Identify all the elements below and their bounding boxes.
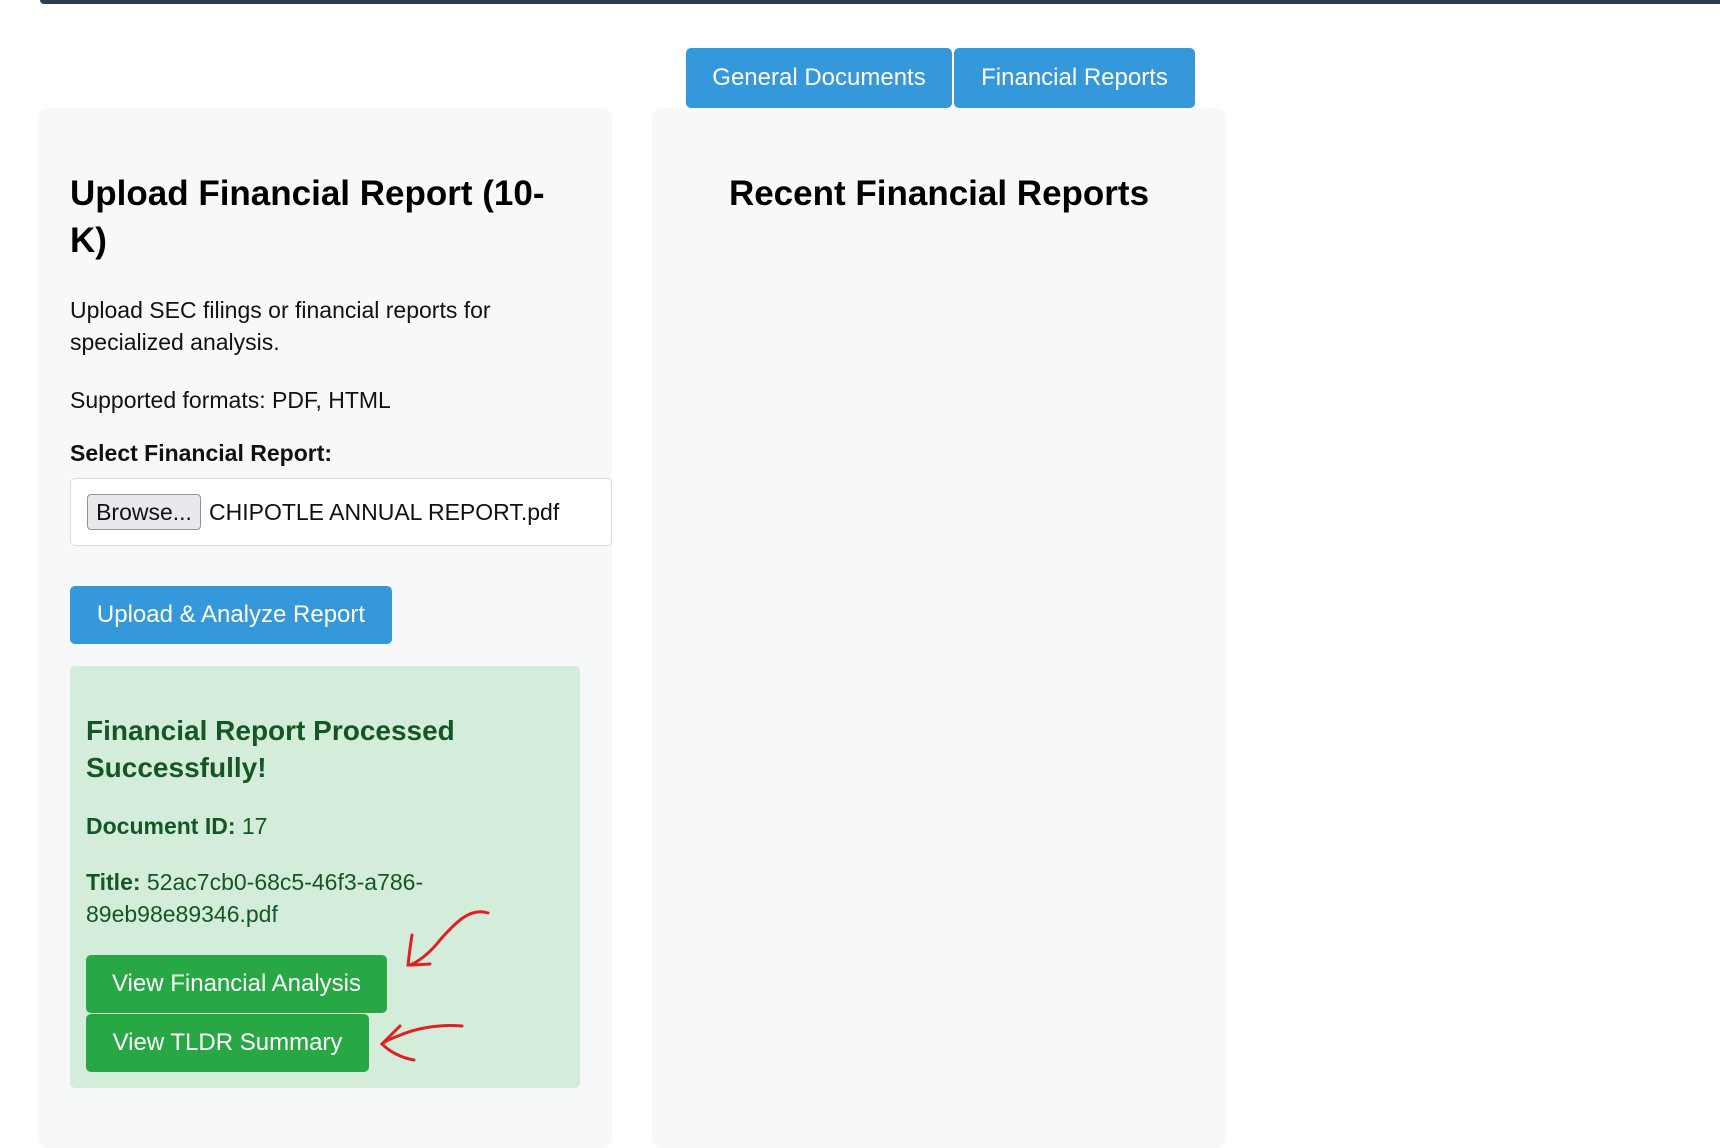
document-title-label: Title:: [86, 869, 141, 895]
document-id-value: 17: [241, 813, 268, 839]
selected-file-name: CHIPOTLE ANNUAL REPORT.pdf: [209, 499, 560, 525]
view-financial-analysis-button[interactable]: View Financial Analysis: [86, 955, 387, 1013]
supported-formats: Supported formats: PDF, HTML: [70, 387, 391, 413]
upload-analyze-button[interactable]: Upload & Analyze Report: [70, 586, 392, 644]
browse-button[interactable]: Browse...: [87, 494, 201, 530]
success-message: Financial Report Processed Successfully!…: [70, 666, 580, 1088]
top-border: [40, 0, 1720, 4]
recent-reports-panel: Recent Financial Reports: [652, 108, 1226, 1148]
upload-panel: Upload Financial Report (10-K) Upload SE…: [38, 108, 612, 1148]
document-id-label: Document ID:: [86, 813, 236, 839]
recent-reports-title: Recent Financial Reports: [728, 174, 1150, 213]
select-report-label: Select Financial Report:: [70, 440, 333, 466]
tab-general-documents[interactable]: General Documents: [686, 48, 952, 108]
view-tldr-summary-button[interactable]: View TLDR Summary: [86, 1014, 369, 1072]
upload-panel-title: Upload Financial Report (10-K): [70, 174, 545, 260]
file-input[interactable]: Browse... CHIPOTLE ANNUAL REPORT.pdf: [70, 478, 612, 546]
tab-bar: General Documents Financial Reports: [686, 48, 1195, 108]
document-id: Document ID: 17: [86, 810, 556, 842]
upload-description: Upload SEC filings or financial reports …: [70, 297, 491, 355]
tab-financial-reports[interactable]: Financial Reports: [954, 48, 1195, 108]
document-title: Title: 52ac7cb0-68c5-46f3-a786-89eb98e89…: [86, 866, 556, 930]
success-heading: Financial Report Processed Successfully!: [86, 715, 455, 783]
